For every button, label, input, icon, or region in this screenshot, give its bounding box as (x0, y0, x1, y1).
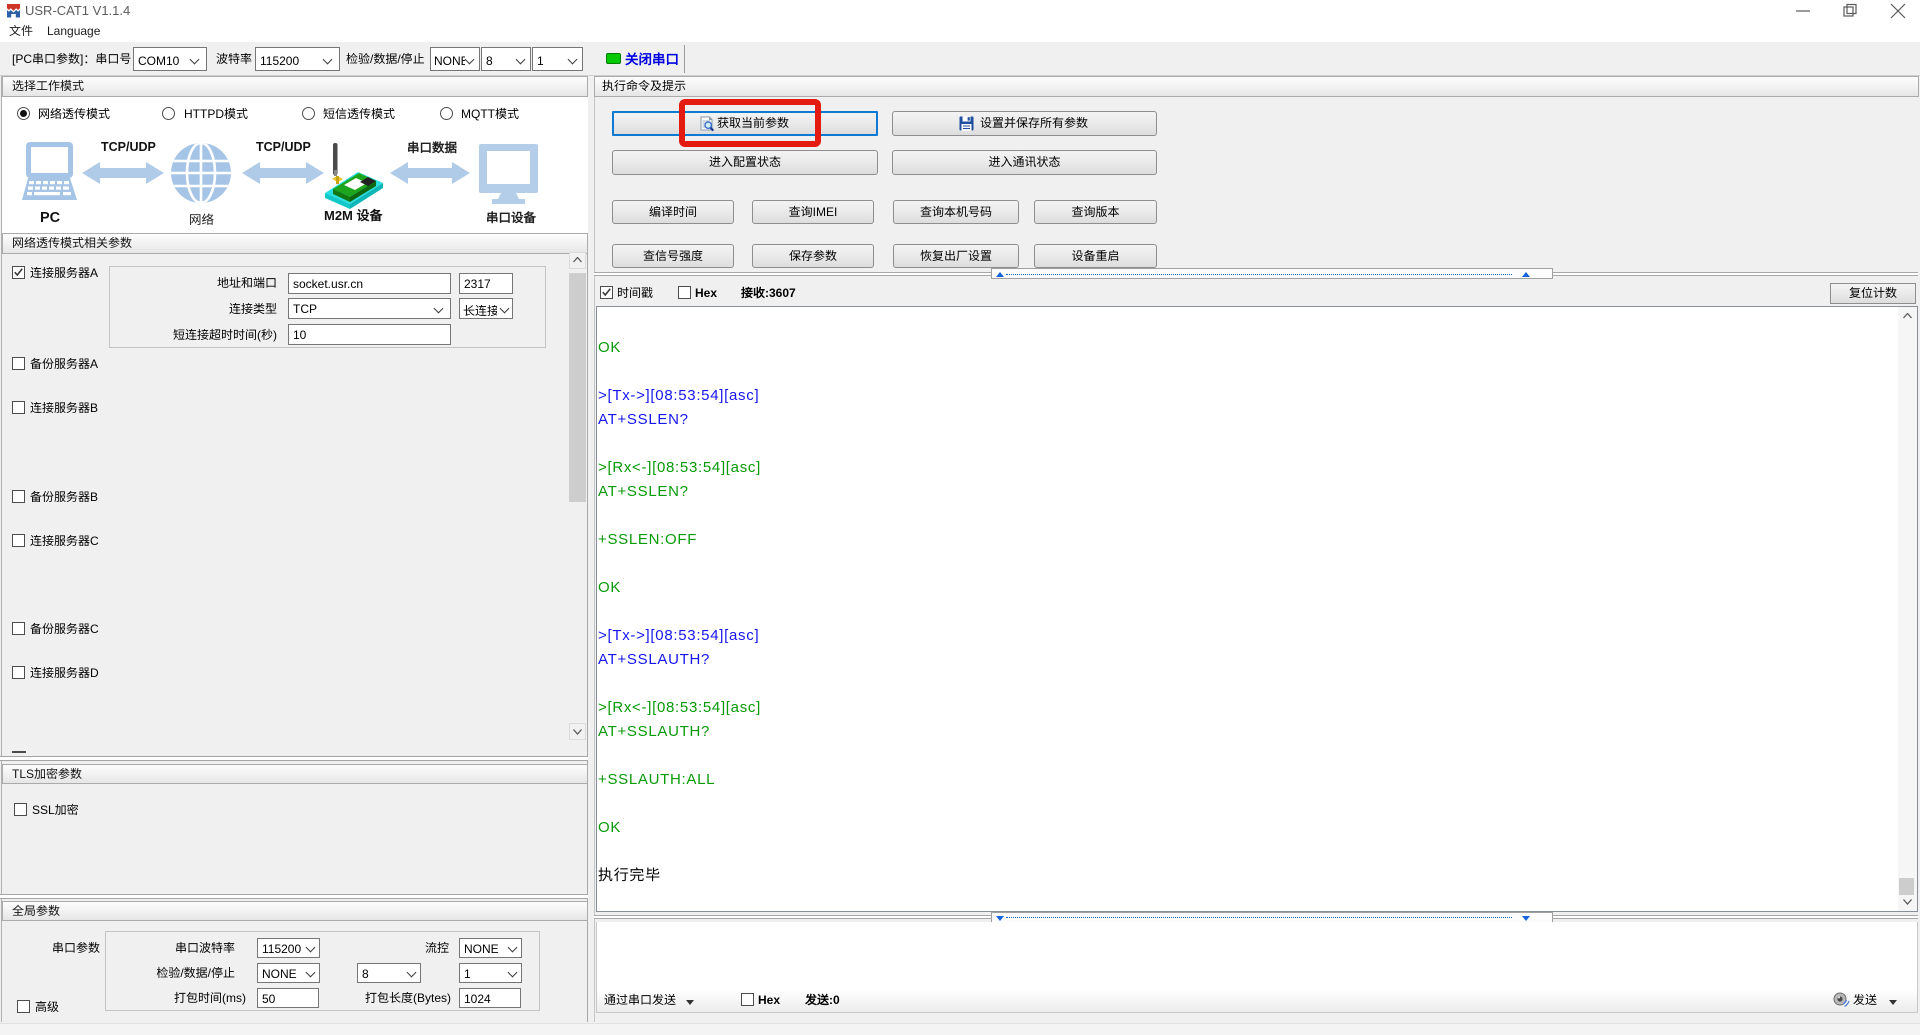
svg-text:TCP/UDP: TCP/UDP (101, 140, 156, 154)
svg-text:网络: 网络 (189, 213, 215, 227)
svg-text:串口设备: 串口设备 (486, 211, 537, 225)
svg-text:TCP/UDP: TCP/UDP (256, 140, 311, 154)
svg-text:PC: PC (40, 210, 61, 226)
svg-text:M2M 设备: M2M 设备 (324, 208, 384, 223)
svg-text:串口数据: 串口数据 (407, 141, 458, 155)
